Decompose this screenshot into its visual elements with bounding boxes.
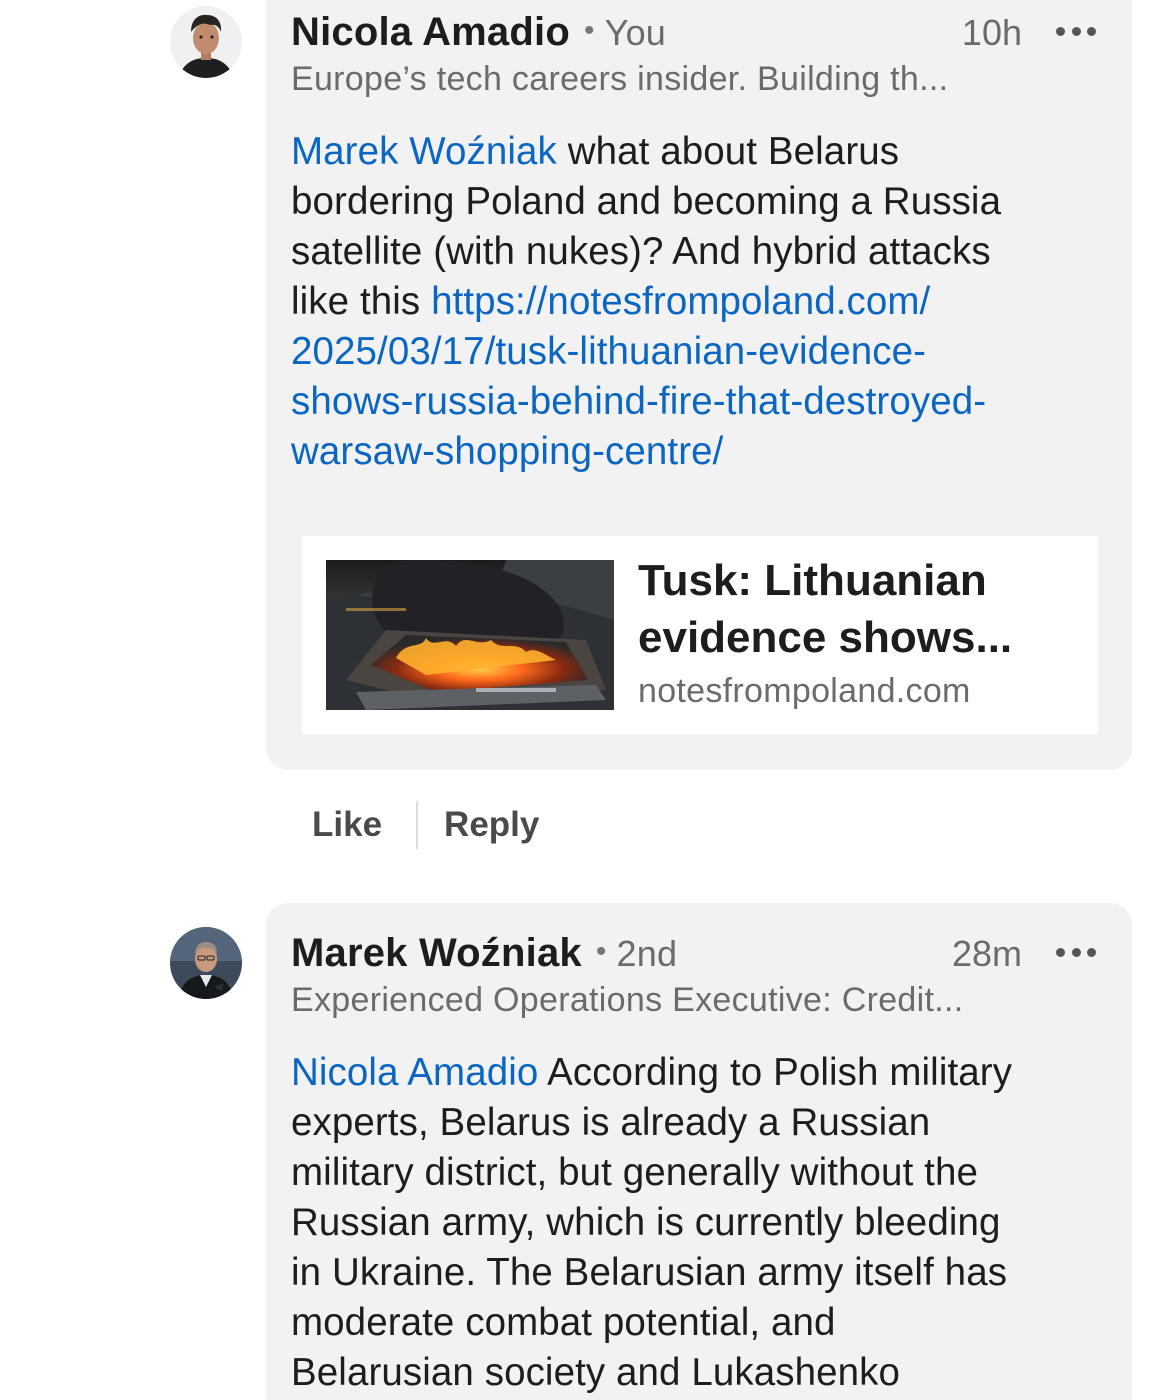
link-preview-title[interactable]: Tusk: Lithuanian evidence shows... <box>638 552 1012 666</box>
text-segment: like this <box>291 280 432 323</box>
comment-bubble: Nicola Amadio • You 10h Europe’s tech care… <box>266 0 1132 770</box>
title-line: evidence shows... <box>638 613 1013 662</box>
author-name[interactable]: Marek Woźniak <box>291 931 582 975</box>
comment-header: Nicola Amadio • You 10h <box>291 10 1096 54</box>
link-preview-image <box>326 560 614 710</box>
text-line: in Ukraine. The Belarusian army itself h… <box>291 1251 1008 1294</box>
link-preview-card[interactable]: Tusk: Lithuanian evidence shows... notes… <box>302 536 1098 734</box>
profile-photo <box>170 927 242 999</box>
mention-link[interactable]: Nicola Amadio <box>291 1051 538 1094</box>
action-divider <box>416 801 419 849</box>
ellipsis-icon[interactable] <box>1056 937 1096 967</box>
text-line: military district, but generally without… <box>291 1151 978 1194</box>
text-segment: According to Polish military <box>538 1051 1013 1094</box>
reply-button[interactable]: Reply <box>444 805 539 845</box>
article-url-link[interactable]: 2025/03/17/tusk-lithuanian-evidence- <box>291 327 1112 377</box>
like-button[interactable]: Like <box>312 805 382 845</box>
author-name[interactable]: Nicola Amadio <box>291 10 570 54</box>
author-headline: Experienced Operations Executive: Credit… <box>291 981 964 1019</box>
avatar-marek-wozniak[interactable] <box>170 927 242 999</box>
connection-degree: 2nd <box>616 933 678 974</box>
comment-time: 10h <box>961 12 1022 53</box>
comment-header: Marek Woźniak • 2nd 28m <box>291 931 1096 975</box>
author-line: Nicola Amadio • You <box>291 10 666 55</box>
article-url-link[interactable]: warsaw-shopping-centre/ <box>291 427 1112 477</box>
article-url-link[interactable]: https://notesfrompoland.com/ <box>431 280 930 323</box>
comment-bubble: Marek Woźniak • 2nd 28m Experienced Operat… <box>266 903 1132 1400</box>
link-preview-domain: notesfrompoland.com <box>638 672 971 710</box>
comments-thread: Nicola Amadio • You 10h Europe’s tech care… <box>0 0 1169 1400</box>
text-line: Belarusian society and Lukashenko <box>291 1351 900 1394</box>
title-line: Tusk: Lithuanian <box>638 556 987 605</box>
avatar-nicola-amadio[interactable] <box>170 6 242 78</box>
author-line: Marek Woźniak • 2nd <box>291 931 677 976</box>
separator-dot: • <box>595 935 607 968</box>
comment-text: Nicola Amadio According to Polish milita… <box>291 1048 1112 1398</box>
text-segment: what about Belarus <box>556 130 900 173</box>
article-url-link[interactable]: shows-russia-behind-fire-that-destroyed- <box>291 377 1112 427</box>
text-line: moderate combat potential, and <box>291 1301 836 1344</box>
text-line: experts, Belarus is already a Russian <box>291 1101 931 1144</box>
text-line: bordering Poland and becoming a Russia <box>291 180 1002 223</box>
comment-time: 28m <box>951 933 1022 974</box>
mention-link[interactable]: Marek Woźniak <box>291 130 557 173</box>
comment-text: Marek Woźniak what about Belarus borderi… <box>291 127 1112 477</box>
text-line: satellite (with nukes)? And hybrid attac… <box>291 230 991 273</box>
text-line: Russian army, which is currently bleedin… <box>291 1201 1001 1244</box>
ellipsis-icon[interactable] <box>1056 16 1096 46</box>
connection-degree: You <box>604 12 667 53</box>
separator-dot: • <box>583 14 595 47</box>
author-headline: Europe’s tech careers insider. Building … <box>291 60 949 98</box>
profile-photo <box>170 6 242 78</box>
comment-actions: Like Reply <box>312 800 539 850</box>
